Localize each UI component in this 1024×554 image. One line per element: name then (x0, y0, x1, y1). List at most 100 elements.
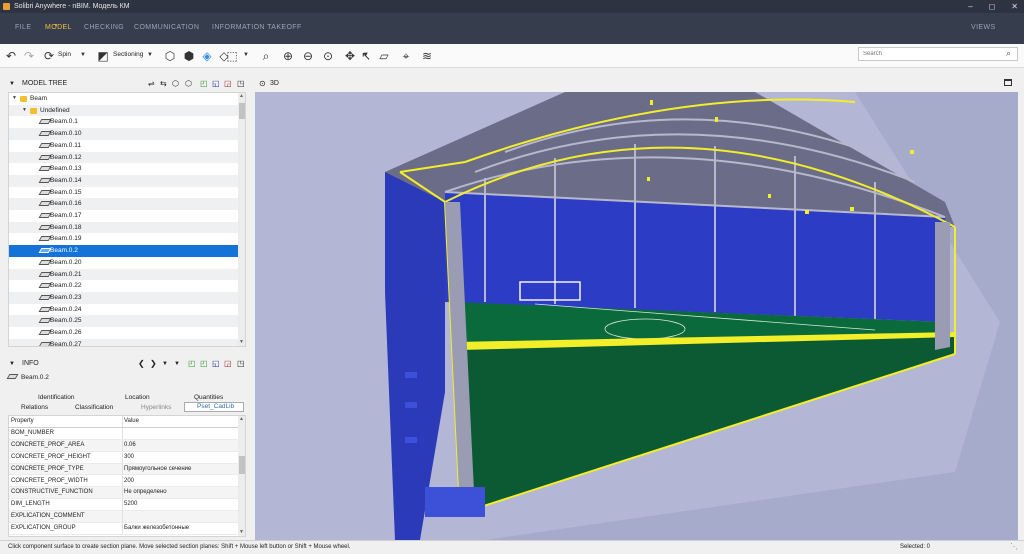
tree-item[interactable]: Beam.0.13 (9, 163, 238, 175)
tree-item[interactable]: Beam.0.16 (9, 198, 238, 210)
column-value[interactable]: Value (124, 416, 139, 428)
collapse-icon[interactable]: ▼ (9, 78, 15, 90)
tree-item[interactable]: Beam.0.25 (9, 315, 238, 327)
zoom-out-icon[interactable]: ⊖ (300, 48, 316, 64)
tree-scrollbar[interactable]: ▲ ▼ (238, 93, 245, 346)
spin-label[interactable]: Spin (58, 51, 71, 58)
tab-file[interactable]: FILE (15, 24, 31, 31)
tree-item[interactable]: Beam.0.24 (9, 304, 238, 316)
scroll-down-icon[interactable]: ▼ (239, 529, 244, 535)
tree-item[interactable]: Beam.0.21 (9, 268, 238, 281)
tree-tool-6-icon[interactable]: ◱ (212, 78, 220, 90)
layers-icon[interactable]: ≋ (419, 48, 435, 64)
tree-item[interactable]: Beam.0.14 (9, 174, 238, 187)
tree-tool-8-icon[interactable]: ◳ (237, 78, 245, 90)
tree-tool-5-icon[interactable]: ◰ (200, 78, 208, 90)
tree-item[interactable]: Beam.0.11 (9, 140, 238, 152)
tree-item[interactable]: Beam.0.22 (9, 280, 238, 292)
minimize-button[interactable]: – (968, 0, 972, 13)
tree-tool-3-icon[interactable]: ⬡ (172, 78, 179, 90)
tree-item[interactable]: Beam.0.2 (9, 245, 238, 257)
tree-item[interactable]: Beam.0.15 (9, 187, 238, 199)
zoom-in-icon[interactable]: ⊕ (280, 48, 296, 64)
pan-icon[interactable]: ✥ (342, 48, 358, 64)
maximize-button[interactable]: ◻ (989, 0, 996, 13)
spin-icon[interactable]: ⟳ (41, 48, 57, 64)
tree-root[interactable]: ▼ Beam (9, 93, 238, 105)
sectioning-label[interactable]: Sectioning (113, 51, 143, 58)
tab-quantities[interactable]: Quantities (194, 394, 223, 401)
table-row[interactable]: CONCRETE_PROF_HEIGHT 300 (9, 451, 238, 464)
building-model[interactable] (255, 92, 1018, 540)
tab-identification[interactable]: Identification (38, 394, 75, 401)
zoom-window-icon[interactable]: ⊙ (320, 48, 336, 64)
previous-icon[interactable]: ❮ (138, 358, 145, 370)
column-property[interactable]: Property (11, 416, 34, 428)
tree-group[interactable]: ▼ Undefined (9, 104, 238, 117)
properties-scrollbar[interactable]: ▲ ▼ (238, 416, 245, 536)
search-input[interactable] (858, 47, 1018, 61)
table-row[interactable]: DIM_LENGTH 5200 (9, 499, 238, 512)
view-cube-icon[interactable]: ⬚ (224, 48, 240, 64)
tree-item[interactable]: Beam.0.10 (9, 128, 238, 140)
properties-scrollbar-thumb[interactable] (239, 456, 245, 474)
floor-plan-icon[interactable]: ▱ (376, 48, 392, 64)
zoom-to-fit-icon[interactable]: ⌕ (258, 48, 274, 64)
3d-viewport[interactable] (255, 92, 1018, 540)
table-row[interactable]: EXPLICATION_COMMENT (9, 511, 238, 524)
expand-icon[interactable]: ▼ (12, 93, 17, 105)
table-row[interactable]: CONCRETE_PROF_AREA 0.06 (9, 439, 238, 452)
collapse-icon[interactable]: ▼ (9, 358, 15, 370)
scroll-up-icon[interactable]: ▲ (239, 416, 244, 422)
expand-icon[interactable]: ▼ (22, 105, 27, 117)
table-row[interactable]: CONCRETE_PROF_WIDTH 200 (9, 475, 238, 488)
scroll-up-icon[interactable]: ▲ (239, 93, 244, 99)
history-dropdown-icon[interactable]: ▼ (162, 358, 168, 370)
tree-item[interactable]: Beam.0.1 (9, 116, 238, 128)
table-row[interactable]: EXPLICATION_GROUP Балки железобетонные (9, 523, 238, 535)
tree-item[interactable]: Beam.0.12 (9, 151, 238, 164)
tree-item[interactable]: Beam.0.26 (9, 327, 238, 339)
tab-checking[interactable]: CHECKING (84, 24, 124, 31)
info-tool-5-icon[interactable]: ◳ (237, 358, 245, 370)
tree-tool-1-icon[interactable]: ⇌ (148, 78, 155, 90)
transparency-icon[interactable]: ◈ (199, 48, 215, 64)
tree-item[interactable]: Beam.0.18 (9, 221, 238, 234)
info-tool-3-icon[interactable]: ◱ (212, 358, 220, 370)
map-location-icon[interactable]: ⌖ (398, 48, 414, 64)
tree-item[interactable]: Beam.0.17 (9, 210, 238, 222)
close-button[interactable]: ✕ (1011, 0, 1018, 13)
tree-tool-2-icon[interactable]: ⇆ (160, 78, 167, 90)
filter-icon[interactable]: ▼ (174, 358, 180, 370)
table-row[interactable]: CONSTRUCTIVE_FUNCTION Не определено (9, 487, 238, 500)
tree-tool-7-icon[interactable]: ◲ (224, 78, 232, 90)
tree-scrollbar-thumb[interactable] (239, 103, 245, 119)
tab-information-takeoff[interactable]: INFORMATION TAKEOFF (212, 24, 302, 31)
maximize-view-icon[interactable] (1004, 79, 1012, 86)
cubes-select-icon[interactable]: ⬡ (162, 48, 178, 64)
search-icon[interactable]: ⌕ (1006, 48, 1011, 59)
tree-tool-4-icon[interactable]: ⬡ (185, 78, 192, 90)
info-tool-1-icon[interactable]: ◰ (188, 358, 196, 370)
tree-item[interactable]: Beam.0.23 (9, 291, 238, 304)
view-dropdown-icon[interactable]: ▼ (243, 52, 249, 58)
next-icon[interactable]: ❯ (150, 358, 157, 370)
cubes-color-icon[interactable]: ⬢ (181, 48, 197, 64)
info-tool-4-icon[interactable]: ◲ (224, 358, 232, 370)
scroll-down-icon[interactable]: ▼ (239, 339, 244, 345)
undo-icon[interactable]: ↶ (3, 48, 19, 64)
info-tool-2-icon[interactable]: ◰ (200, 358, 208, 370)
tree-item[interactable]: Beam.0.20 (9, 257, 238, 269)
tree-item[interactable]: Beam.0.27 (9, 338, 238, 346)
tab-communication[interactable]: COMMUNICATION (134, 24, 199, 31)
tab-pset-cadlib[interactable]: Pset_CadLib (184, 402, 244, 412)
tab-classification[interactable]: Classification (75, 404, 113, 411)
tab-hyperlinks[interactable]: Hyperlinks (141, 404, 171, 411)
tab-location[interactable]: Location (125, 394, 150, 401)
sectioning-icon[interactable]: ◩ (95, 48, 111, 64)
table-row[interactable]: CONCRETE_PROF_TYPE Прямоугольное сечение (9, 463, 238, 476)
sectioning-dropdown-icon[interactable]: ▼ (147, 52, 153, 58)
table-row[interactable]: BOM_NUMBER (9, 427, 238, 440)
pointer-dropdown-icon[interactable]: ▼ (363, 52, 369, 58)
views-menu[interactable]: VIEWS (971, 24, 996, 31)
